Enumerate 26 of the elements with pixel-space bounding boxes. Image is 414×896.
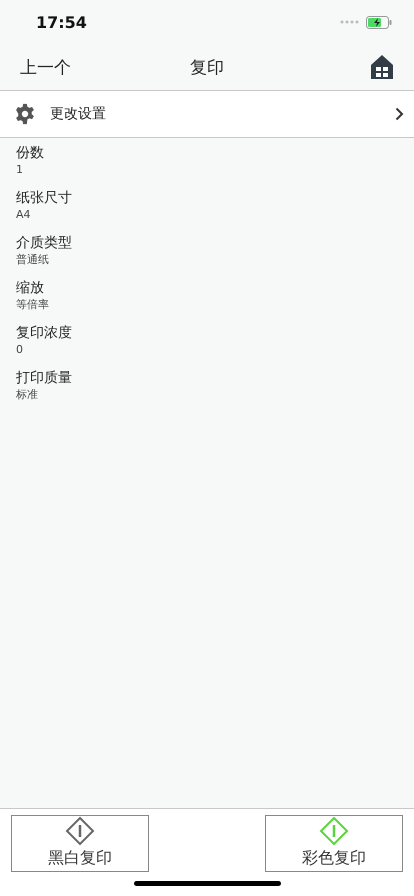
page-title: 复印 xyxy=(190,56,224,78)
setting-label: 介质类型 xyxy=(16,234,72,253)
start-icon xyxy=(65,816,95,846)
setting-label: 复印浓度 xyxy=(16,324,72,343)
home-icon[interactable] xyxy=(370,54,394,80)
gear-icon xyxy=(14,103,36,125)
copy-button[interactable]: 彩色复印 xyxy=(265,815,403,872)
setting-value: 标准 xyxy=(16,388,38,402)
signal-icon xyxy=(340,20,360,24)
back-button[interactable]: 上一个 xyxy=(20,56,71,78)
change-settings-label: 更改设置 xyxy=(50,105,107,123)
setting-label: 纸张尺寸 xyxy=(16,189,72,208)
setting-value: 等倍率 xyxy=(16,298,49,312)
battery-icon xyxy=(366,16,392,28)
change-settings-row[interactable]: 更改设置 xyxy=(0,91,414,138)
chevron-right-icon xyxy=(395,107,404,121)
setting-label: 缩放 xyxy=(16,279,44,298)
copy-button[interactable]: 黑白复印 xyxy=(11,815,149,872)
setting-value: 1 xyxy=(16,163,23,177)
setting-value: 普通纸 xyxy=(16,253,49,267)
start-icon xyxy=(319,816,349,846)
status-time: 17:54 xyxy=(36,12,87,32)
setting-label: 打印质量 xyxy=(16,369,72,388)
setting-value: A4 xyxy=(16,208,31,222)
setting-label: 份数 xyxy=(16,144,44,163)
setting-value: 0 xyxy=(16,343,23,357)
